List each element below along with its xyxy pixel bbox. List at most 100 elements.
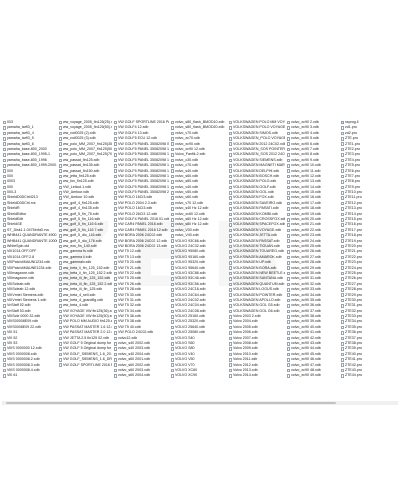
- file-icon: [2, 207, 6, 211]
- file-name: VOLKSWAGEN_SOS POINTER KM.xdb: [233, 146, 285, 151]
- file-name: ww_beta_4_grandfig.xdb: [63, 297, 103, 302]
- file-name: volvo_xc90 43.xdb: [291, 341, 321, 346]
- file-item[interactable]: volvo_s60 2004.xdb: [113, 373, 169, 378]
- file-name: volvo_xc90 12.xdb: [291, 173, 321, 178]
- file-name: VIIIVmtel Siemens.xdb: [7, 292, 44, 297]
- file-icon: [286, 352, 290, 357]
- file-icon: [228, 320, 232, 324]
- file-name: volvo_xc90 21.xdb: [291, 222, 321, 227]
- file-icon: [113, 217, 117, 222]
- file-icon: [113, 261, 117, 265]
- file-name: ZTE25.pro: [345, 270, 362, 275]
- file-icon: [58, 244, 62, 249]
- file-item[interactable]: volvo_xc90 49.xdb: [286, 373, 339, 378]
- file-icon: [286, 180, 290, 184]
- file-name: volvo_xc90 39.xdb: [291, 319, 321, 324]
- file-name: VIIImagzone.xdb: [7, 270, 34, 275]
- file-icon: [2, 271, 6, 276]
- file-icon: [113, 293, 117, 297]
- horizontal-scrollbar[interactable]: [2, 401, 398, 405]
- file-icon: [113, 363, 117, 368]
- file-icon: [2, 137, 6, 141]
- file-name: xsprog.ll: [345, 120, 359, 124]
- file-item[interactable]: VOLVO XC90: [170, 373, 227, 378]
- file-icon: [113, 190, 117, 195]
- file-icon: [58, 147, 62, 152]
- file-icon: [340, 288, 344, 292]
- file-name: VW POLO 2004 2.3.xdb: [118, 200, 157, 205]
- file-item[interactable]: VIII 61: [2, 373, 57, 378]
- file-name: VOLKSWAGEN MAGNETI MARELLI.xdb: [233, 163, 285, 168]
- file-icon: [286, 277, 290, 281]
- file-icon: [170, 352, 174, 357]
- file-icon: [170, 147, 174, 152]
- file-name: VIII 51: [7, 330, 18, 335]
- file-name: zd2.pro: [345, 130, 357, 135]
- file-icon: [113, 147, 117, 152]
- file-icon: [2, 341, 6, 346]
- file-name: VOLVO S80: [175, 346, 195, 351]
- file-icon: [286, 234, 290, 238]
- file-name: ZTE26.pro: [345, 276, 362, 281]
- file-name: ZTE15.pro: [345, 217, 362, 222]
- file-name: yamaha_base-800_2000: [7, 146, 47, 151]
- file-name: ZTE37.pro: [345, 335, 362, 340]
- file-name: volvo_V40.xdb: [175, 233, 199, 238]
- file-icon: [340, 223, 344, 227]
- file-name: VIIImagzone.xdb: [7, 276, 34, 281]
- file-name: VW_Amtour 10.xdb: [63, 195, 95, 200]
- file-icon: [170, 288, 174, 292]
- file-item[interactable]: ZTE44.pro: [340, 373, 398, 378]
- file-name: VW T5 12.xdb: [118, 249, 141, 254]
- file-icon: [170, 363, 174, 368]
- file-icon: [2, 347, 6, 351]
- file-name: volvo_xc90 14.xdb: [291, 184, 321, 189]
- file-icon: [228, 352, 232, 357]
- file-name: VW GOLF_SIEMENS_1.6_20.OFF.xdb: [63, 351, 112, 356]
- file-name: ZTE18.pro: [345, 233, 362, 238]
- file-name: VOLKSWAGEN PASSAT.xdb: [233, 238, 280, 243]
- file-icon: [228, 304, 232, 308]
- file-icon: [228, 201, 232, 206]
- file-name: volvo_xc90 4.xdb: [291, 130, 319, 135]
- file-name: ww_golf_5_fin_75.xdb: [63, 211, 99, 216]
- file-name: VOLVO 25640.xdb: [175, 324, 205, 329]
- file-icon: [2, 314, 6, 319]
- file-name: ZTE35.pro: [345, 324, 362, 329]
- file-name: ZTE24.pro: [345, 265, 362, 270]
- file-name: VW POLO 26CI3 12.xdb: [118, 211, 158, 216]
- file-name: VOLVO 24C64.xdb: [175, 292, 206, 297]
- file-icon: [113, 126, 117, 130]
- file-name: 000: [7, 173, 13, 178]
- file-icon: [2, 255, 6, 260]
- file-name: volvo_xc90 40.xdb: [291, 324, 321, 329]
- file-icon: [2, 325, 6, 330]
- file-name: VW GOLF4 PANEL 2016 01.xdb: [118, 217, 169, 222]
- file-name: VOLVO 25160.xdb: [175, 314, 205, 319]
- file-icon: [113, 331, 117, 335]
- file-icon: [228, 217, 232, 222]
- file-icon: [58, 207, 62, 211]
- scrollbar-thumb[interactable]: [6, 401, 336, 405]
- file-icon: [286, 266, 290, 271]
- file-name: volvo_s60 2003.xdb: [118, 367, 150, 372]
- file-icon: [58, 352, 62, 357]
- file-name: VOLKSWAGEN GOL G6.xdb: [233, 308, 280, 313]
- file-name: VW GOLF5 PANEL 35082098 01.xdb: [118, 141, 169, 146]
- file-icon: [286, 309, 290, 314]
- file-name: VOLKSWAGEN 2012 24C02.xdb: [233, 141, 285, 146]
- file-name: VW GOLF5 PANEL 35082098 15.xdb: [118, 163, 169, 168]
- file-icon: [113, 164, 117, 168]
- file-icon: [340, 320, 344, 324]
- file-item[interactable]: Volvo 2014.xdb: [228, 373, 285, 378]
- file-icon: [113, 341, 117, 346]
- file-name: volvo_xc90.xdb: [175, 141, 200, 146]
- file-name: yamaha_base-800_1995-1: [7, 152, 50, 157]
- file-icon: [340, 174, 344, 179]
- file-icon: [58, 164, 62, 168]
- file-item[interactable]: VW GOLF SPORTLINE 2016 PANEL.xdb: [58, 363, 112, 368]
- file-name: ww_rod0025 (2).xdb: [63, 130, 96, 135]
- file-name: ZTE29.pro: [345, 292, 362, 297]
- file-icon: [228, 341, 232, 346]
- file-list-view[interactable]: 003 yamaha_tarfi3_1 yamaha_tarfi3_4 yamaha_…: [2, 120, 398, 405]
